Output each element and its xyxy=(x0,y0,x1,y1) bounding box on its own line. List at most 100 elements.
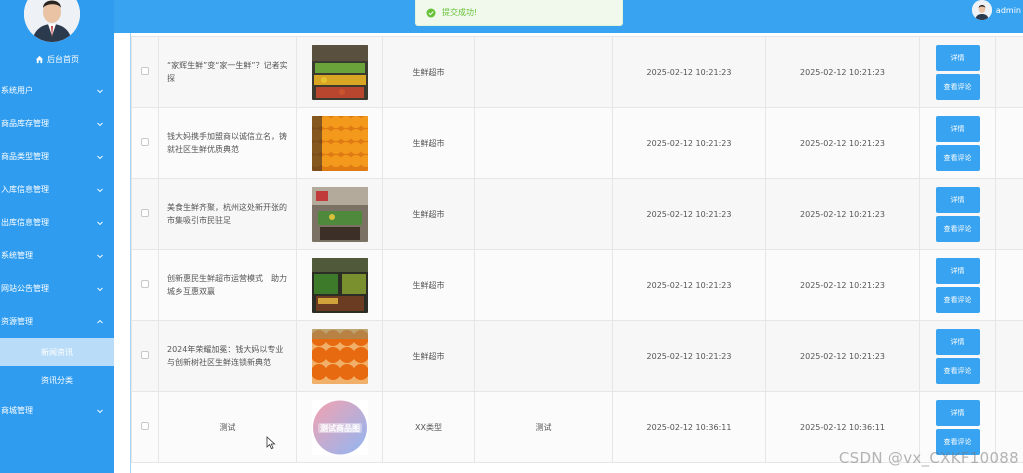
sidebar-item-label: 网站公告管理 xyxy=(1,284,49,293)
spacer-cell xyxy=(995,178,1023,250)
chevron-down-icon xyxy=(97,155,103,159)
title-cell: 2024年荣耀加冕：钱大妈以专业与创新树社区生鲜连锁新典范 xyxy=(158,320,297,392)
chevron-up-icon xyxy=(97,319,103,323)
title-cell: 创新惠民生鲜超市运营模式 助力城乡互惠双赢 xyxy=(158,249,297,321)
home-link[interactable]: 后台首页 xyxy=(0,54,114,65)
sidebar-subitem-news[interactable]: 新闻资讯 xyxy=(0,338,114,366)
user-avatar-small xyxy=(971,0,992,20)
created-time-cell: 2025-02-12 10:21:23 xyxy=(612,178,766,250)
extra-cell xyxy=(474,178,613,250)
user-menu[interactable]: admin xyxy=(971,0,1021,20)
user-name: admin xyxy=(995,5,1021,15)
sidebar-item-mall[interactable]: 商城管理 xyxy=(0,394,114,427)
sidebar-item-label: 出库信息管理 xyxy=(1,218,49,227)
row-checkbox[interactable] xyxy=(141,280,149,288)
detail-button[interactable]: 详情 xyxy=(935,186,980,213)
actions-cell: 详情 查看评论 xyxy=(919,249,996,321)
thumbnail-market-produce xyxy=(311,44,368,100)
row-checkbox[interactable] xyxy=(141,67,149,75)
thumbnail-oranges xyxy=(311,115,368,171)
row-checkbox[interactable] xyxy=(141,138,149,146)
view-reviews-button[interactable]: 查看评论 xyxy=(935,286,980,313)
detail-button[interactable]: 详情 xyxy=(935,328,980,355)
spacer-cell xyxy=(995,107,1023,179)
sidebar-subitem-news-category[interactable]: 资讯分类 xyxy=(0,366,114,394)
extra-cell xyxy=(474,36,613,108)
home-icon xyxy=(35,55,44,64)
created-time-cell: 2025-02-12 10:21:23 xyxy=(612,249,766,321)
created-time-cell: 2025-02-12 10:21:23 xyxy=(612,36,766,108)
checkbox-cell xyxy=(131,249,159,321)
checkbox-cell xyxy=(131,391,159,463)
category-cell: 生鲜超市 xyxy=(382,107,475,179)
view-reviews-button[interactable]: 查看评论 xyxy=(935,144,980,171)
sidebar-item-inventory[interactable]: 商品库存管理 xyxy=(0,107,114,140)
sidebar-item-label: 入库信息管理 xyxy=(1,185,49,194)
sidebar-item-label: 资源管理 xyxy=(1,317,33,326)
row-checkbox[interactable] xyxy=(141,351,149,359)
title-cell: “家辉生鲜”变“家一生鲜”？记者实探 xyxy=(158,36,297,108)
created-time-cell: 2025-02-12 10:21:23 xyxy=(612,107,766,179)
chevron-down-icon xyxy=(97,89,103,93)
updated-time-cell: 2025-02-12 10:21:23 xyxy=(765,178,920,250)
category-cell: 生鲜超市 xyxy=(382,36,475,108)
toast-message: 提交成功! xyxy=(442,8,478,17)
extra-cell xyxy=(474,320,613,392)
thumbnail-text: 测试商品图 xyxy=(320,423,360,433)
updated-time-cell: 2025-02-12 10:21:23 xyxy=(765,320,920,392)
sidebar-item-announcements[interactable]: 网站公告管理 xyxy=(0,272,114,305)
image-cell xyxy=(296,178,383,250)
title-cell: 钱大妈携手加盟商以诚信立名，铸就社区生鲜优质典范 xyxy=(158,107,297,179)
thumbnail-market-stall xyxy=(311,186,368,242)
image-cell xyxy=(296,249,383,321)
avatar-portrait-icon xyxy=(971,0,992,20)
sidebar: 后台首页 系统用户 商品库存管理 商品类型管理 入库信息管理 出库信息管理 系统… xyxy=(0,0,114,473)
row-checkbox[interactable] xyxy=(141,422,149,430)
sidebar-item-system[interactable]: 系统管理 xyxy=(0,239,114,272)
view-reviews-button[interactable]: 查看评论 xyxy=(935,215,980,242)
checkbox-cell xyxy=(131,107,159,179)
sidebar-item-label: 系统管理 xyxy=(1,251,33,260)
mouse-cursor-icon xyxy=(266,436,276,450)
created-time-cell: 2025-02-12 10:21:23 xyxy=(612,320,766,392)
chevron-down-icon xyxy=(97,188,103,192)
user-avatar[interactable] xyxy=(24,0,80,42)
sidebar-item-stock-in[interactable]: 入库信息管理 xyxy=(0,173,114,206)
success-toast: 提交成功! xyxy=(415,0,623,26)
news-table: “家辉生鲜”变“家一生鲜”？记者实探 生鲜超市 2025-02-12 10:21… xyxy=(131,36,1023,463)
sidebar-menu: 系统用户 商品库存管理 商品类型管理 入库信息管理 出库信息管理 系统管理 网站… xyxy=(0,74,114,427)
sidebar-item-product-types[interactable]: 商品类型管理 xyxy=(0,140,114,173)
table-row: 美食生鲜齐聚，杭州这处新开张的市集吸引市民驻足 生鲜超市 2025-02-12 … xyxy=(131,178,1023,250)
row-checkbox[interactable] xyxy=(141,209,149,217)
image-cell: 测试商品图 xyxy=(296,391,383,463)
chevron-down-icon xyxy=(97,221,103,225)
watermark: CSDN @vx_CXKF10088 xyxy=(838,449,1019,467)
detail-button[interactable]: 详情 xyxy=(935,257,980,284)
actions-cell: 详情 查看评论 xyxy=(919,36,996,108)
sidebar-subitem-label: 新闻资讯 xyxy=(41,347,73,357)
thumbnail-supermarket xyxy=(311,257,368,313)
detail-button[interactable]: 详情 xyxy=(935,399,980,426)
actions-cell: 详情 查看评论 xyxy=(919,107,996,179)
image-cell xyxy=(296,107,383,179)
view-reviews-button[interactable]: 查看评论 xyxy=(935,357,980,384)
sidebar-item-system-users[interactable]: 系统用户 xyxy=(0,74,114,107)
view-reviews-button[interactable]: 查看评论 xyxy=(935,73,980,100)
image-cell xyxy=(296,320,383,392)
updated-time-cell: 2025-02-12 10:21:23 xyxy=(765,36,920,108)
category-cell: 生鲜超市 xyxy=(382,249,475,321)
chevron-down-icon xyxy=(97,287,103,291)
image-cell xyxy=(296,36,383,108)
chevron-down-icon xyxy=(97,122,103,126)
sidebar-item-resources[interactable]: 资源管理 xyxy=(0,305,114,338)
extra-cell: 测试 xyxy=(474,391,613,463)
table-row: “家辉生鲜”变“家一生鲜”？记者实探 生鲜超市 2025-02-12 10:21… xyxy=(131,36,1023,108)
detail-button[interactable]: 详情 xyxy=(935,44,980,71)
extra-cell xyxy=(474,107,613,179)
sidebar-item-label: 商品库存管理 xyxy=(1,119,49,128)
detail-button[interactable]: 详情 xyxy=(935,115,980,142)
sidebar-item-stock-out[interactable]: 出库信息管理 xyxy=(0,206,114,239)
sidebar-item-label: 商城管理 xyxy=(1,406,33,415)
checkbox-cell xyxy=(131,320,159,392)
table-row: 创新惠民生鲜超市运营模式 助力城乡互惠双赢 生鲜超市 2025-02-12 10… xyxy=(131,249,1023,321)
